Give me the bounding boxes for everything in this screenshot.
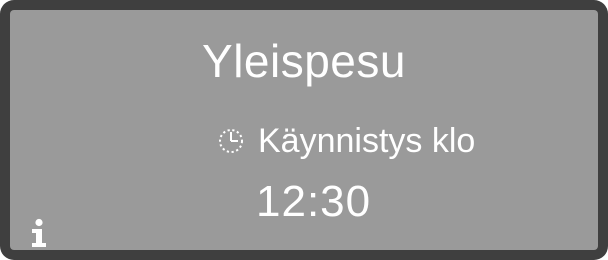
display-screen: Yleispesu Käynnistys klo 12:30: [10, 10, 598, 250]
start-time-value: 12:30: [256, 177, 372, 226]
display-frame: Yleispesu Käynnistys klo 12:30: [0, 0, 608, 260]
info-icon[interactable]: [28, 218, 50, 248]
clock-icon: [216, 126, 246, 156]
start-time-label: Käynnistys klo: [258, 122, 476, 160]
start-time-row: Käynnistys klo: [216, 120, 475, 162]
program-name: Yleispesu: [202, 35, 406, 87]
